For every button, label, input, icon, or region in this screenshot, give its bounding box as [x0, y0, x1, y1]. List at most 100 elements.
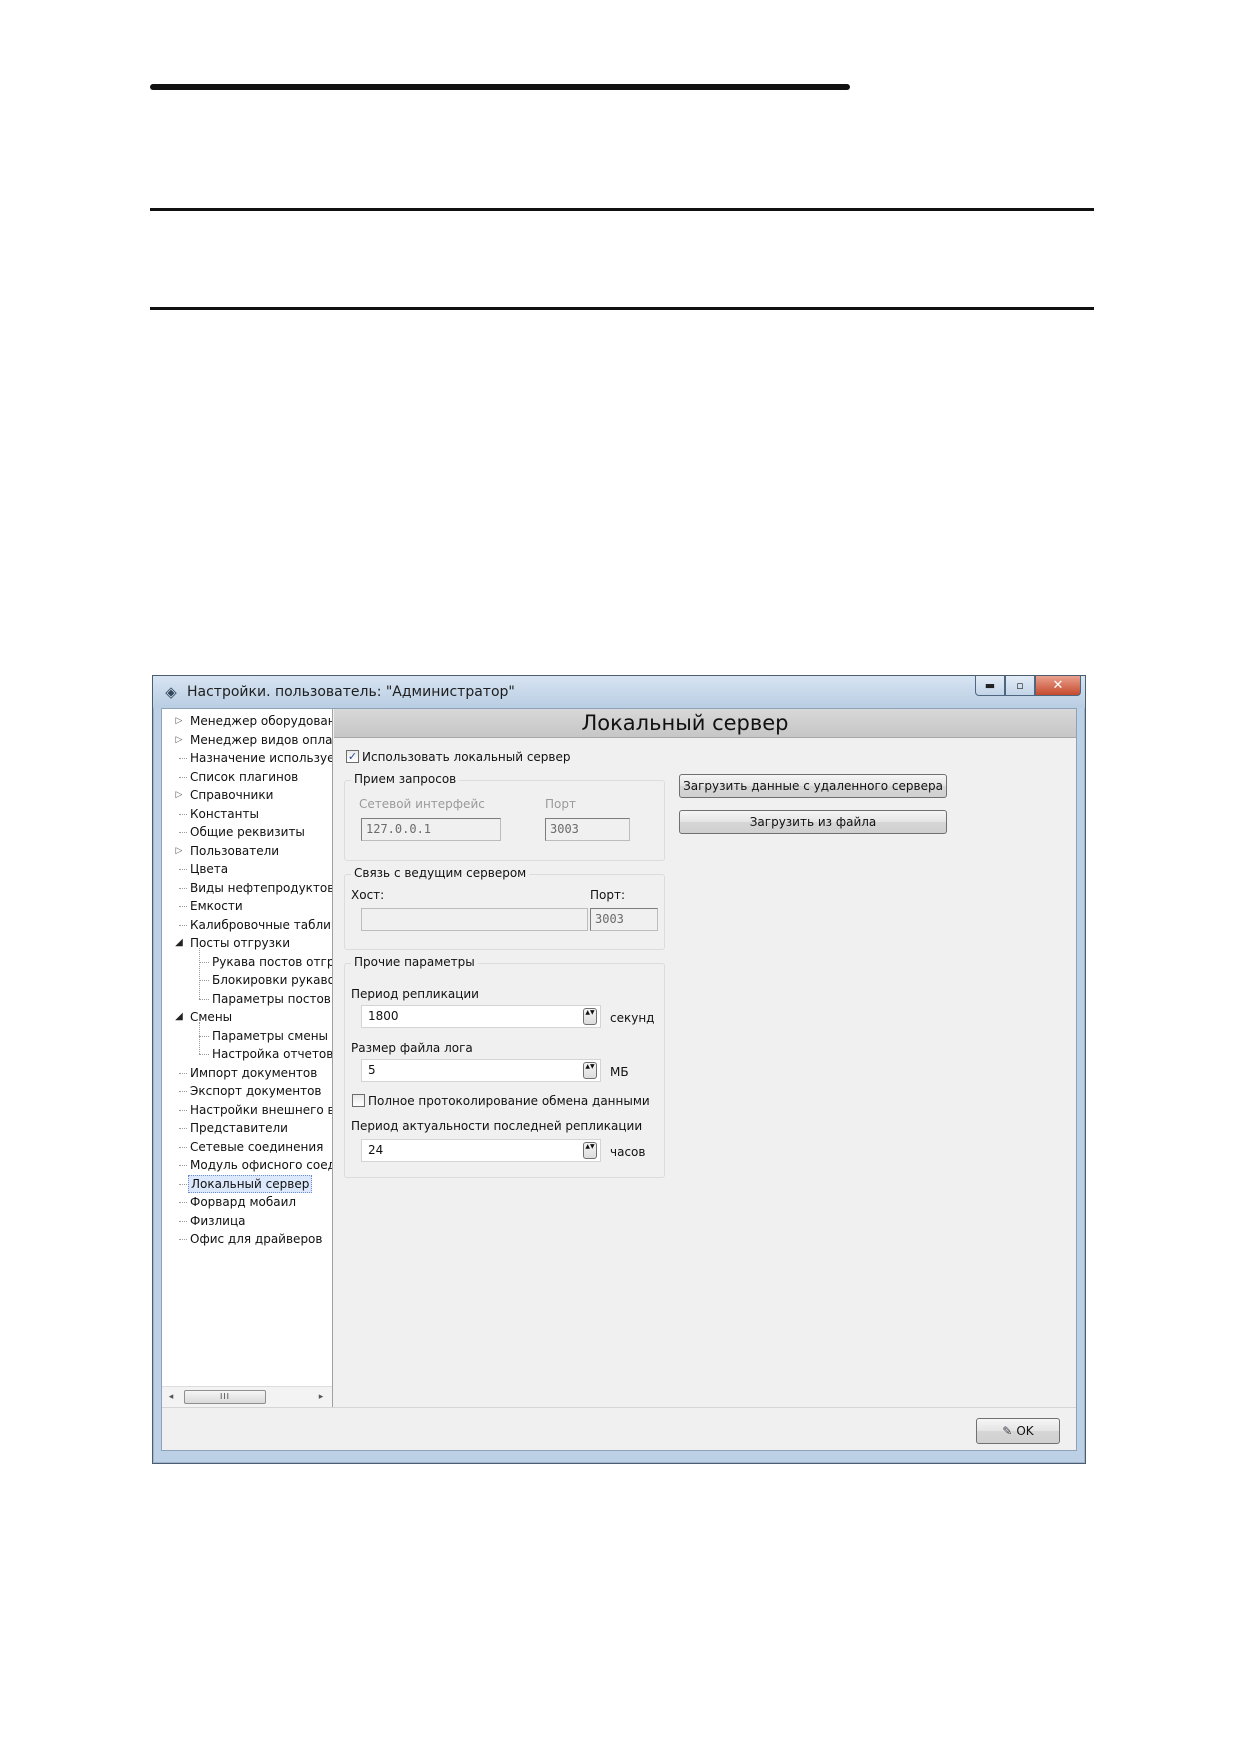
maximize-button[interactable]: ▫ — [1005, 676, 1035, 696]
window-controls: ▬ ▫ ✕ — [975, 676, 1081, 697]
tree-connector — [179, 1146, 187, 1148]
tree-item[interactable]: Форвард мобаил — [162, 1193, 332, 1211]
tree-item[interactable]: Импорт документов — [162, 1064, 332, 1082]
tree-item[interactable]: Блокировки рукаво — [162, 971, 332, 989]
tree-item-label: Смены — [190, 1010, 233, 1024]
expand-arrow-icon[interactable]: ▷ — [174, 786, 184, 804]
tree-item[interactable]: Цвета — [162, 860, 332, 878]
tree-item-label: Константы — [190, 806, 259, 821]
scroll-left-arrow-icon[interactable]: ◂ — [164, 1390, 178, 1404]
host-label: Хост: — [351, 888, 385, 902]
tree-connector — [179, 1202, 187, 1203]
log-size-spin-icon[interactable]: ▲▼ — [583, 1062, 597, 1079]
actuality-spin-icon[interactable]: ▲▼ — [583, 1142, 597, 1159]
tree-connector — [179, 887, 187, 889]
tree-item[interactable]: Назначение используем — [162, 749, 332, 767]
tree-item-label: Калибровочные таблиц — [190, 917, 333, 932]
tree-item-label: Назначение используем — [190, 751, 333, 765]
tree-branch-line — [199, 1022, 200, 1054]
tree-item[interactable]: Физлица — [162, 1212, 332, 1230]
requests-port-label: Порт — [545, 797, 576, 811]
tree-item[interactable]: Константы — [162, 805, 332, 823]
actuality-period-spinner[interactable]: 24 ▲▼ — [361, 1139, 601, 1162]
replication-spin-icon[interactable]: ▲▼ — [583, 1008, 597, 1025]
use-local-server-checkbox[interactable]: ✓ — [346, 750, 359, 763]
tree-item[interactable]: ▷ Пользователи — [162, 842, 332, 860]
tree-connector — [179, 906, 187, 907]
tree-connector — [179, 1165, 187, 1166]
scroll-right-arrow-icon[interactable]: ▸ — [314, 1390, 328, 1404]
ok-check-icon: ✎ — [1002, 1424, 1013, 1438]
tree-item[interactable]: Сетевые соединения — [162, 1138, 332, 1156]
actuality-unit: часов — [610, 1145, 646, 1159]
tree-item[interactable]: ▷ Справочники — [162, 786, 332, 804]
collapse-arrow-icon[interactable]: ◢ — [174, 934, 184, 952]
tree-item-label: Физлица — [190, 1213, 246, 1228]
panel-title: Локальный сервер — [334, 709, 1076, 738]
master-server-group-legend: Связь с ведущим сервером — [351, 866, 530, 880]
requests-group-legend: Прием запросов — [351, 772, 460, 786]
tree-item-label: Импорт документов — [190, 1065, 318, 1080]
host-field[interactable] — [361, 908, 588, 931]
tree-connector — [179, 1072, 187, 1074]
tree-item-label: Офис для драйверов — [190, 1232, 323, 1246]
requests-port-field[interactable]: 3003 — [545, 818, 630, 841]
tree-item[interactable]: Параметры смены — [162, 1027, 332, 1045]
settings-tree[interactable]: ▷ Менеджер оборудовани ▷ Менеджер видов опл… — [162, 709, 333, 1407]
tree-item-label: Параметры постов с — [212, 991, 333, 1006]
tree-connector — [179, 1239, 187, 1240]
tree-item[interactable]: Офис для драйверов — [162, 1230, 332, 1248]
tree-item[interactable]: ▷ Менеджер видов оплат — [162, 731, 332, 749]
tree-item[interactable]: Параметры постов с — [162, 990, 332, 1008]
load-remote-server-button[interactable]: Загрузить данные с удаленного сервера — [679, 774, 947, 798]
scroll-thumb[interactable]: III — [184, 1390, 266, 1404]
expand-arrow-icon[interactable]: ▷ — [174, 842, 184, 860]
other-params-group-legend: Прочие параметры — [351, 955, 478, 969]
tree-connector — [199, 980, 209, 981]
collapse-arrow-icon[interactable]: ◢ — [174, 1008, 184, 1026]
title-bar[interactable]: ◈ Настройки. пользователь: "Администрато… — [153, 676, 1085, 708]
tree-connector — [179, 758, 187, 759]
tree-connector — [199, 961, 209, 963]
tree-item[interactable]: Список плагинов — [162, 768, 332, 786]
close-button[interactable]: ✕ — [1035, 676, 1081, 696]
tree-item[interactable]: Настройка отчетов — [162, 1045, 332, 1063]
tree-item[interactable]: Экспорт документов — [162, 1082, 332, 1100]
tree-item[interactable]: ◢ Смены — [162, 1008, 332, 1026]
other-params-group: Прочие параметры Период репликации 1800 … — [344, 955, 665, 1178]
tree-item[interactable]: Модуль офисного соеди — [162, 1156, 332, 1174]
tree-item-label: Локальный сервер — [188, 1174, 313, 1193]
tree-item-label: Параметры смены — [212, 1028, 329, 1043]
minimize-button[interactable]: ▬ — [975, 676, 1005, 696]
log-size-spinner[interactable]: 5 ▲▼ — [361, 1059, 601, 1082]
master-port-field[interactable]: 3003 — [590, 908, 658, 931]
tree-item-label: Модуль офисного соеди — [190, 1158, 333, 1172]
tree-item-label: Цвета — [190, 862, 229, 876]
replication-period-spinner[interactable]: 1800 ▲▼ — [361, 1005, 601, 1028]
tree-item-label: Емкости — [190, 899, 243, 913]
tree-item-label: Настройки внешнего ви — [190, 1102, 333, 1117]
tree-connector — [179, 813, 187, 815]
load-from-file-button[interactable]: Загрузить из файла — [679, 810, 947, 834]
full-logging-checkbox[interactable] — [352, 1094, 365, 1107]
tree-item[interactable]: Общие реквизиты — [162, 823, 332, 841]
tree-item[interactable]: Емкости — [162, 897, 332, 915]
tree-connector — [179, 832, 187, 833]
tree-item[interactable]: Калибровочные таблиц — [162, 916, 332, 934]
tree-item[interactable]: ▷ Менеджер оборудовани — [162, 712, 332, 730]
ok-button[interactable]: ✎ OK — [976, 1418, 1060, 1444]
tree-item[interactable]: Виды нефтепродуктов — [162, 879, 332, 897]
tree-connector — [179, 776, 187, 778]
interface-field[interactable]: 127.0.0.1 — [361, 818, 501, 841]
expand-arrow-icon[interactable]: ▷ — [174, 712, 184, 730]
tree-connector — [179, 1109, 187, 1111]
tree-horizontal-scrollbar[interactable]: ◂ III ▸ — [162, 1386, 332, 1407]
tree-item[interactable]: ◢ Посты отгрузки — [162, 934, 332, 952]
tree-item[interactable]: Представители — [162, 1119, 332, 1137]
ok-button-label: OK — [1016, 1424, 1034, 1438]
tree-item[interactable]: Рукава постов отгр — [162, 953, 332, 971]
tree-item[interactable]: Настройки внешнего ви — [162, 1101, 332, 1119]
tree-item[interactable]: Локальный сервер — [162, 1174, 332, 1193]
expand-arrow-icon[interactable]: ▷ — [174, 731, 184, 749]
tree-item-label: Сетевые соединения — [190, 1139, 324, 1154]
